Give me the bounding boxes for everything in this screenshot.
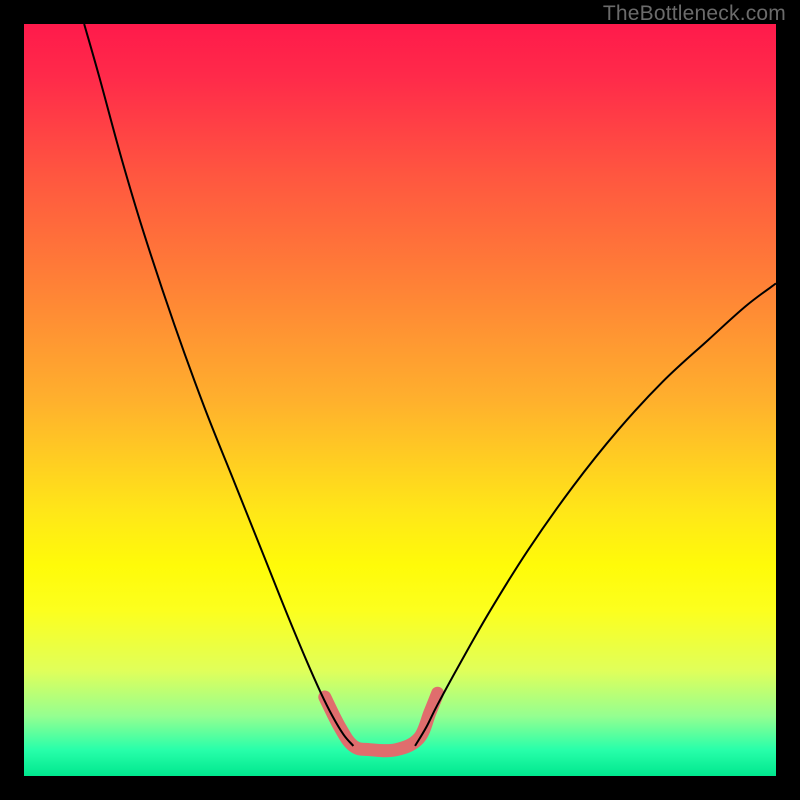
bottleneck-chart: [24, 24, 776, 776]
chart-svg: [24, 24, 776, 776]
chart-background: [24, 24, 776, 776]
watermark-text: TheBottleneck.com: [603, 2, 786, 26]
app-frame: TheBottleneck.com: [0, 0, 800, 800]
